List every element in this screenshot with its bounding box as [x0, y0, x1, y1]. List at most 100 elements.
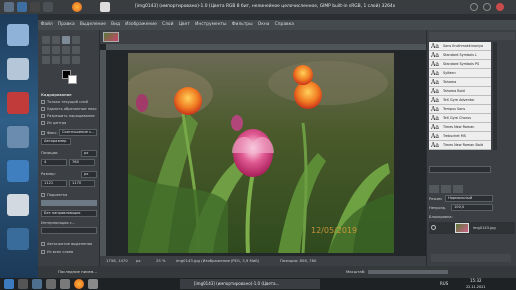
- transform-tool-icon[interactable]: [72, 36, 80, 44]
- minimize-button[interactable]: [470, 3, 478, 11]
- layer-actions-bar[interactable]: [431, 254, 511, 262]
- size-width-input[interactable]: 1121: [41, 180, 67, 187]
- from-center-checkbox[interactable]: [41, 121, 45, 125]
- position-x-input[interactable]: 4: [41, 159, 67, 166]
- paths-tab-icon[interactable]: [453, 185, 463, 193]
- document-icon[interactable]: [100, 2, 110, 12]
- keyboard-layout[interactable]: RUS: [440, 278, 448, 290]
- opacity-input[interactable]: 100,0: [451, 204, 493, 211]
- merged-label: Из всех слоев: [47, 250, 74, 254]
- crop-tool-icon[interactable]: [62, 36, 70, 44]
- menu-select[interactable]: Выделение: [77, 20, 108, 30]
- fonts-scrollbar[interactable]: [493, 42, 497, 150]
- layers-tab-icon[interactable]: [429, 185, 439, 193]
- interpolation-select[interactable]: [41, 227, 97, 234]
- taskbar-app-icon[interactable]: [46, 279, 56, 289]
- folder-icon[interactable]: [43, 2, 53, 12]
- smudge-tool-icon[interactable]: [72, 56, 80, 64]
- size-height-input[interactable]: 1170: [69, 180, 95, 187]
- scale-label: Масштаб:: [346, 269, 366, 274]
- paintbrush-icon[interactable]: [42, 56, 50, 64]
- clone-tool-icon[interactable]: [62, 56, 70, 64]
- taskbar-app-icon[interactable]: [32, 279, 42, 289]
- menu-windows[interactable]: Окна: [255, 20, 272, 30]
- menu-layer[interactable]: Слой: [159, 20, 176, 30]
- desktop-shortcut-icon[interactable]: [7, 58, 29, 80]
- image-tab-thumbnail[interactable]: [103, 32, 119, 42]
- close-button[interactable]: [496, 3, 504, 11]
- position-y-input[interactable]: 760: [69, 159, 95, 166]
- align-tool-icon[interactable]: [52, 36, 60, 44]
- delete-cropped-label: Удалить обрезанные пиксели: [47, 107, 97, 111]
- menu-filters[interactable]: Фильтры: [229, 20, 255, 30]
- image-tabs: [100, 30, 426, 44]
- scale-slider[interactable]: [368, 270, 448, 274]
- auto-shrink-label: Автосжатие выделения: [47, 242, 93, 246]
- clock-date[interactable]: 22.11.2021: [466, 284, 485, 290]
- menu-tools[interactable]: Инструменты: [193, 20, 230, 30]
- files-icon[interactable]: [17, 2, 27, 12]
- menu-file[interactable]: Файл: [38, 20, 55, 30]
- font-item: Aa Trebuchet MS: [429, 132, 491, 141]
- menu-help[interactable]: Справка: [272, 20, 297, 30]
- photo-date-stamp: 12/05/2019: [311, 226, 357, 235]
- delete-cropped-checkbox[interactable]: [41, 107, 45, 111]
- position-unit-select[interactable]: px: [81, 150, 97, 157]
- desktop-shortcut-icon[interactable]: [7, 126, 29, 148]
- highlight-opacity-slider[interactable]: [41, 200, 97, 206]
- font-item: Aa Tempus Sans: [429, 105, 491, 114]
- taskbar-app-icon[interactable]: [18, 279, 28, 289]
- menu-view[interactable]: Вид: [109, 20, 123, 30]
- text-tool-icon[interactable]: [72, 46, 80, 54]
- auto-shrink-button[interactable]: [41, 242, 45, 246]
- fuzzy-select-icon[interactable]: [62, 46, 70, 54]
- font-item: Aa Tahoma Bold: [429, 87, 491, 96]
- channels-tab-icon[interactable]: [441, 185, 451, 193]
- background-color-swatch[interactable]: [68, 75, 77, 84]
- desktop-shortcut-icon[interactable]: [7, 92, 29, 114]
- fixed-mode-select[interactable]: Соотношение с...: [59, 129, 97, 136]
- only-current-layer-label: Только текущий слой: [47, 100, 88, 104]
- maximize-button[interactable]: [483, 3, 491, 11]
- layer-row[interactable]: img0143.jpg: [429, 222, 515, 234]
- fonts-filter-input[interactable]: [429, 166, 491, 173]
- desktop-shortcut-icon[interactable]: [7, 24, 29, 46]
- eye-icon[interactable]: [431, 225, 436, 230]
- desktop-shortcut-icon[interactable]: [7, 194, 29, 216]
- app-menu-icon[interactable]: [4, 2, 14, 12]
- guides-select[interactable]: Без направляющих: [41, 210, 97, 217]
- size-unit-select[interactable]: px: [81, 171, 97, 178]
- lasso-select-icon[interactable]: [52, 46, 60, 54]
- terminal-icon[interactable]: [30, 2, 40, 12]
- only-current-layer-checkbox[interactable]: [41, 100, 45, 104]
- highlight-checkbox[interactable]: [41, 193, 45, 197]
- taskbar-app-icon[interactable]: [60, 279, 70, 289]
- start-menu-icon[interactable]: [4, 279, 14, 289]
- desktop-shortcut-icon[interactable]: [7, 160, 29, 182]
- allow-grow-checkbox[interactable]: [41, 114, 45, 118]
- zoom-select[interactable]: 25 %: [156, 256, 166, 266]
- taskbar-app-icon[interactable]: [88, 279, 98, 289]
- desktop-shortcut-icon[interactable]: [7, 228, 29, 250]
- auto-size-select[interactable]: Авторазмер: [41, 138, 71, 145]
- taskbar: [img0143] (импортировано)-1.0 (Цвета... …: [0, 278, 516, 290]
- fixed-checkbox[interactable]: [41, 131, 45, 135]
- menu-colors[interactable]: Цвет: [176, 20, 192, 30]
- font-item: Aa Sylfaen: [429, 69, 491, 78]
- move-tool-icon[interactable]: [42, 36, 50, 44]
- toolbox-dock: Кадрирование Только текущий слой Удалить…: [38, 30, 100, 266]
- firefox-icon[interactable]: [72, 2, 82, 12]
- rect-select-icon[interactable]: [42, 46, 50, 54]
- gimp-bottom-bar: Последние писем... Масштаб:: [38, 266, 516, 278]
- window-title: [img0143] (импортировано)-1.0 (Цвета RGB…: [135, 4, 395, 9]
- menu-image[interactable]: Изображение: [123, 20, 160, 30]
- eraser-icon[interactable]: [52, 56, 60, 64]
- desktop-panel: [0, 14, 38, 278]
- font-item: Aa TeX Gyre Chorus: [429, 114, 491, 123]
- merged-checkbox[interactable]: [41, 250, 45, 254]
- image-canvas[interactable]: 12/05/2019: [128, 53, 394, 253]
- layer-mode-select[interactable]: Нормальный: [445, 195, 493, 202]
- menu-edit[interactable]: Правка: [55, 20, 77, 30]
- unit-select[interactable]: px: [136, 256, 141, 266]
- firefox-taskbar-icon[interactable]: [74, 279, 84, 289]
